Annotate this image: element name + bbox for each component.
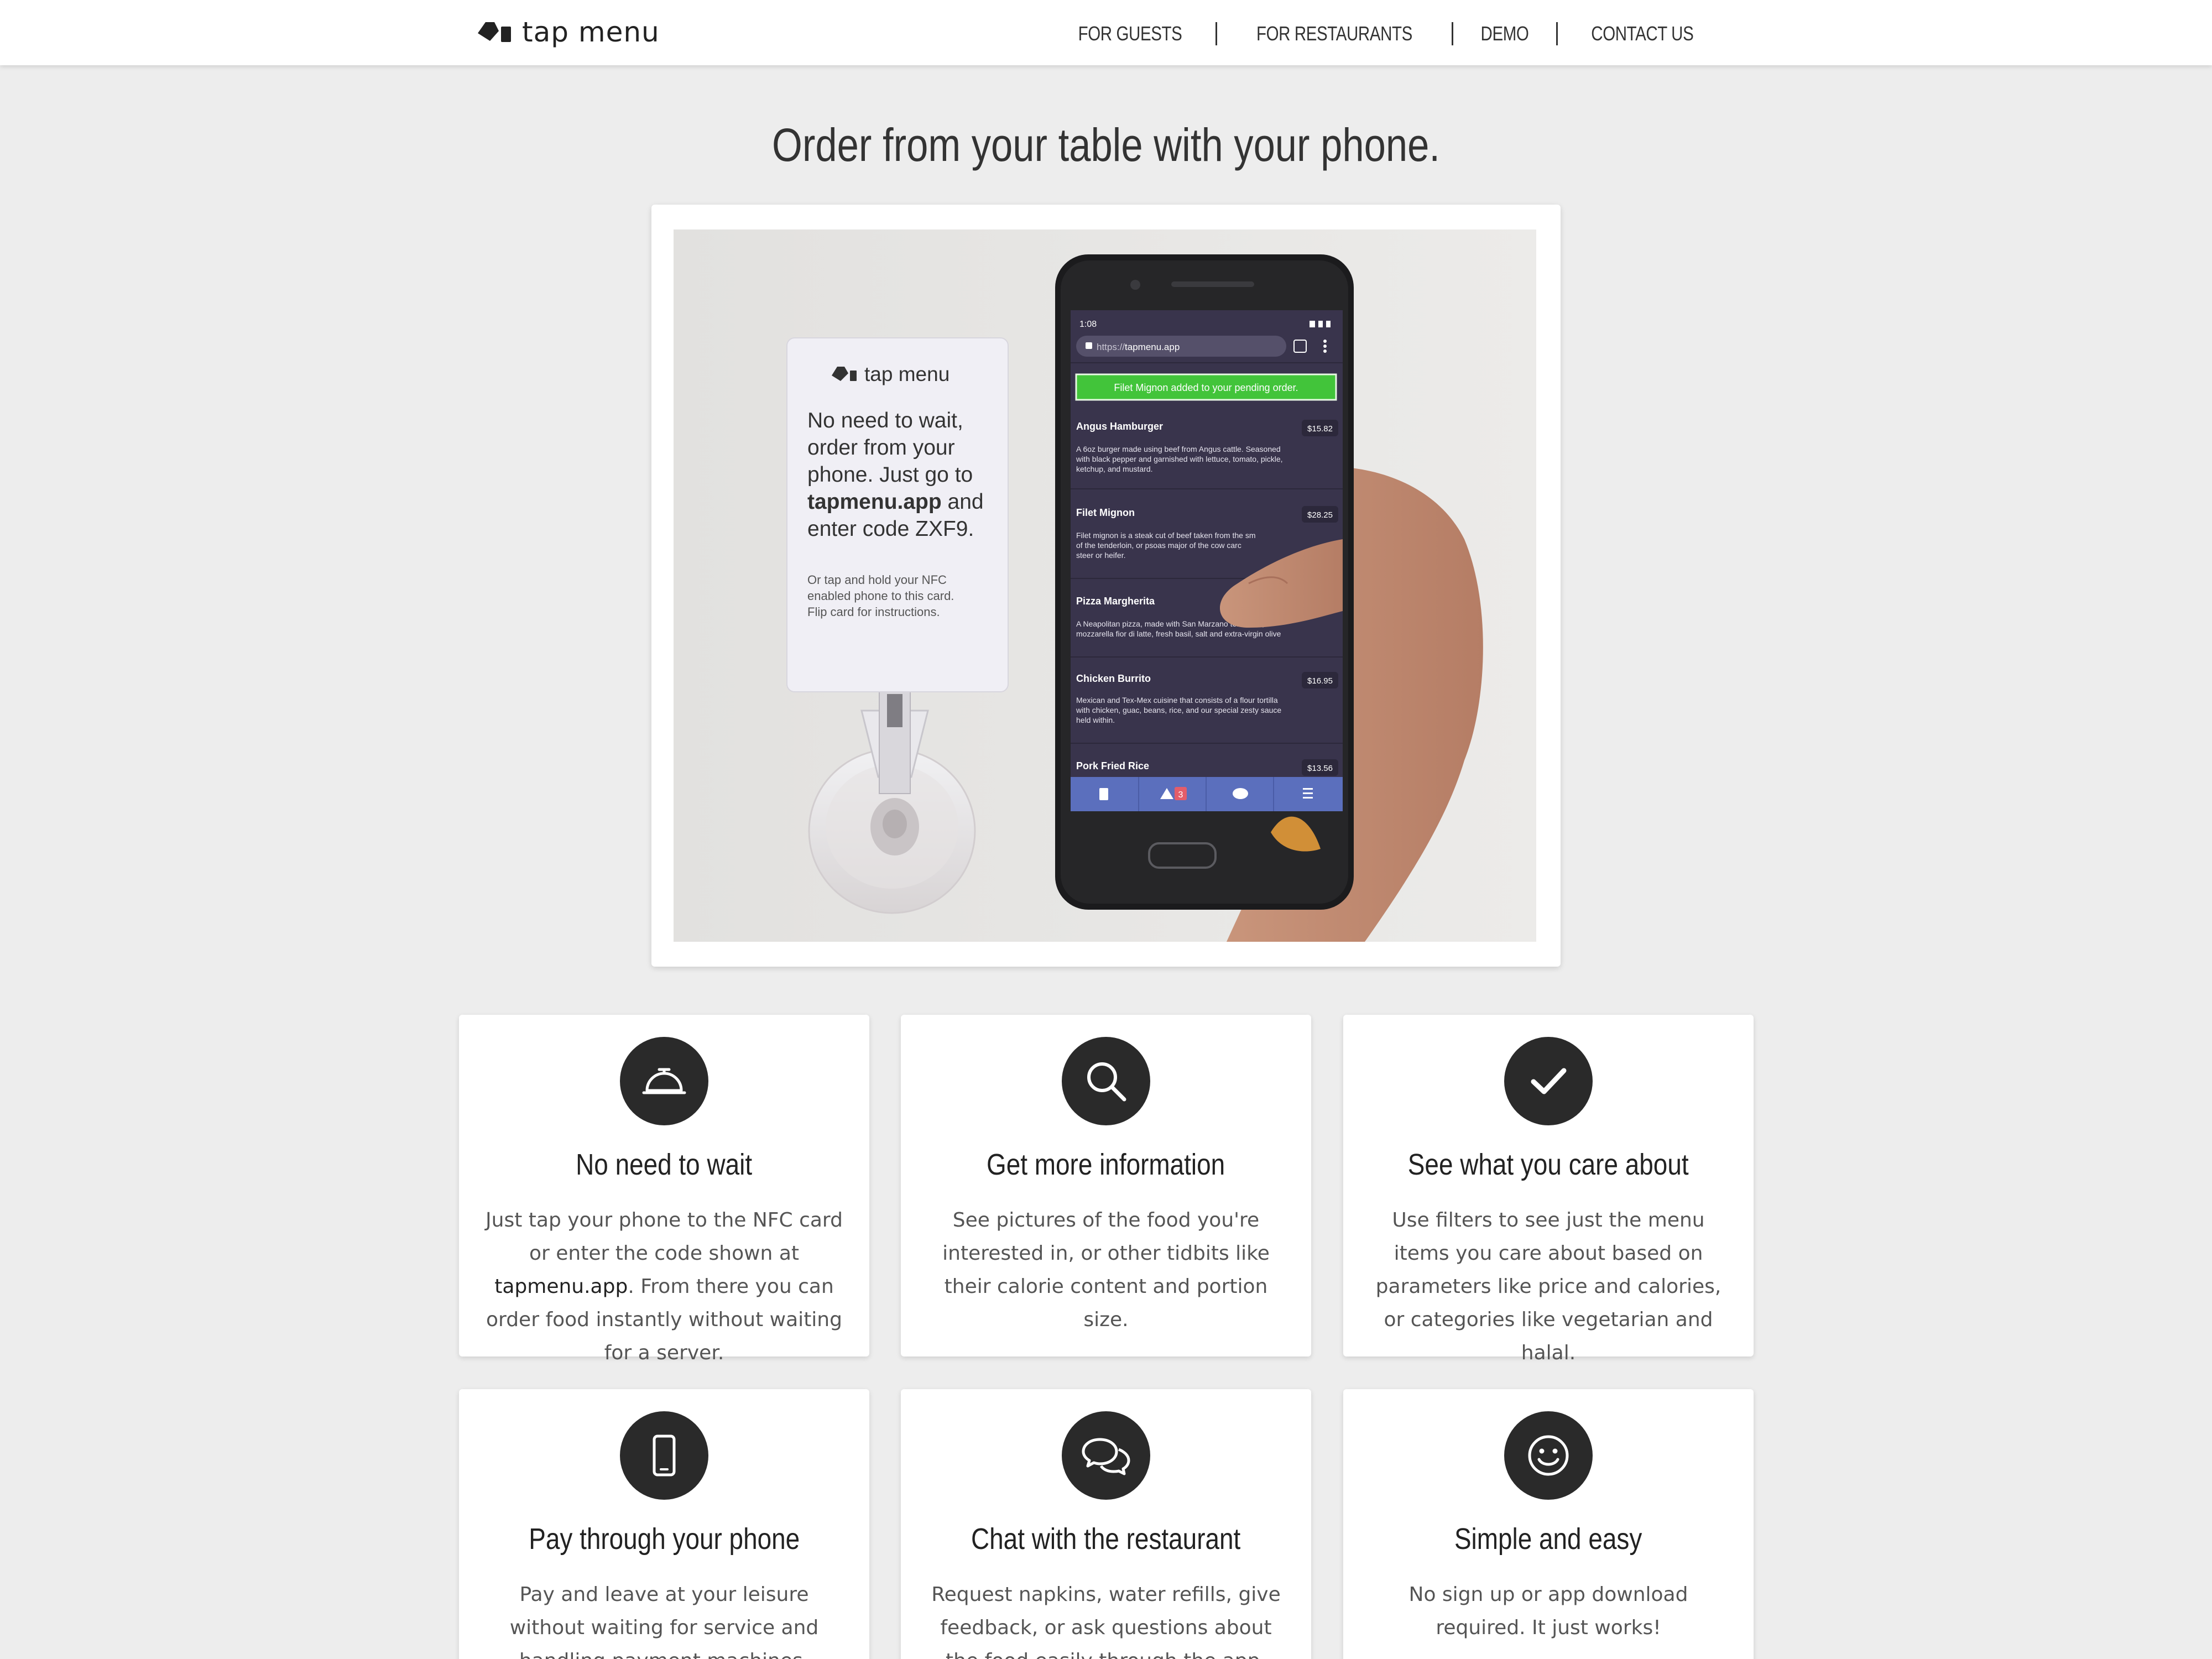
card-link: tapmenu.app xyxy=(807,490,942,514)
chat-tab-icon xyxy=(1233,788,1248,799)
svg-text:mozzarella fior di latte, fres: mozzarella fior di latte, fresh basil, s… xyxy=(1076,629,1281,638)
svg-text:Chicken Burrito: Chicken Burrito xyxy=(1076,673,1151,684)
order-toast: Filet Mignon added to your pending order… xyxy=(1114,382,1298,393)
nav-for-restaurants[interactable]: FOR RESTAURANTS xyxy=(1239,22,1431,45)
nav-divider xyxy=(1556,22,1558,45)
feature-card: No need to wait Just tap your phone to t… xyxy=(459,1015,869,1364)
svg-text:Pizza Margherita: Pizza Margherita xyxy=(1076,596,1155,607)
svg-text:Mexican and Tex-Mex cuisine th: Mexican and Tex-Mex cuisine that consist… xyxy=(1076,696,1278,705)
status-icons xyxy=(1310,321,1331,327)
card-line: phone. Just go to xyxy=(807,463,973,487)
svg-text:A 6oz burger made using beef f: A 6oz burger made using beef from Angus … xyxy=(1076,445,1281,453)
svg-text:of the tenderloin, or psoas ma: of the tenderloin, or psoas major of the… xyxy=(1076,541,1241,550)
card-brand: tap menu xyxy=(864,363,950,385)
feature-title: Pay through your phone xyxy=(529,1522,800,1556)
nav-demo[interactable]: DEMO xyxy=(1463,22,1547,45)
feature-description: Pay and leave at your leisure without wa… xyxy=(509,1583,819,1659)
svg-text:tapmenu.app and: tapmenu.app and xyxy=(807,490,984,514)
svg-text:held within.: held within. xyxy=(1076,716,1115,724)
feature-card: Simple and easy No sign up or app downlo… xyxy=(1343,1389,1754,1659)
mobile-phone-icon xyxy=(653,1434,676,1477)
phone-status-time: 1:08 xyxy=(1079,320,1097,329)
card-line: No need to wait, xyxy=(807,409,963,432)
svg-text:$15.82: $15.82 xyxy=(1307,424,1333,434)
card-line: enter code ZXF9. xyxy=(807,517,974,541)
feature-title: Chat with the restaurant xyxy=(971,1522,1241,1556)
card-small: Or tap and hold your NFC xyxy=(807,573,947,587)
order-count-badge: 3 xyxy=(1178,790,1183,800)
svg-text:$16.95: $16.95 xyxy=(1307,676,1333,686)
nav-for-guests[interactable]: FOR GUESTS xyxy=(1060,22,1200,45)
tapmenu-link: tapmenu.app xyxy=(494,1275,628,1298)
chat-bubbles-icon xyxy=(1082,1438,1130,1475)
lock-icon xyxy=(1086,342,1092,349)
feature-description: See pictures of the food you're interest… xyxy=(942,1209,1270,1331)
brand-name: tap menu xyxy=(522,16,660,48)
svg-text:https://tapmenu.app: https://tapmenu.app xyxy=(1097,342,1180,352)
url-host: tapmenu.app xyxy=(1125,342,1180,352)
svg-text:steer or heifer.: steer or heifer. xyxy=(1076,551,1126,560)
svg-text:$13.56: $13.56 xyxy=(1307,764,1333,773)
feature-description: No sign up or app download required. It … xyxy=(1408,1583,1688,1639)
demo-video-card: tap menu No need to wait, order from you… xyxy=(651,205,1561,967)
feature-card: Pay through your phone Pay and leave at … xyxy=(459,1389,869,1659)
hero-title: Order from your table with your phone. xyxy=(772,119,1440,171)
search-icon xyxy=(1087,1062,1126,1102)
svg-text:ketchup, and mustard.: ketchup, and mustard. xyxy=(1076,465,1153,473)
nav-menu: FOR GUESTS FOR RESTAURANTS DEMO CONTACT … xyxy=(1045,20,1727,48)
nav-divider xyxy=(1215,22,1218,45)
feature-card: See what you care about Use filters to s… xyxy=(1343,1015,1754,1364)
feature-title: Simple and easy xyxy=(1454,1522,1642,1556)
top-navbar: tap menu FOR GUESTS FOR RESTAURANTS DEMO… xyxy=(0,0,2212,65)
hamburger-icon xyxy=(1303,788,1313,799)
card-line: order from your xyxy=(807,436,955,460)
kebab-menu-icon xyxy=(1323,340,1327,353)
brand-logo-link[interactable]: tap menu xyxy=(476,16,660,48)
url-prefix: https:// xyxy=(1097,342,1125,352)
nav-divider xyxy=(1452,22,1454,45)
smiley-face-icon xyxy=(1528,1435,1569,1476)
feature-description: Use filters to see just the menu items y… xyxy=(1375,1209,1721,1364)
feature-title: Get more information xyxy=(987,1148,1225,1181)
service-bell-icon xyxy=(642,1068,686,1094)
card-small: Flip card for instructions. xyxy=(807,605,940,619)
feature-card: Get more information See pictures of the… xyxy=(901,1015,1311,1357)
svg-text:$28.25: $28.25 xyxy=(1307,510,1333,520)
menu-tab-icon xyxy=(1099,788,1108,800)
svg-text:Filet mignon is a steak cut of: Filet mignon is a steak cut of beef take… xyxy=(1076,531,1255,540)
svg-text:with chicken, guac, beans, ric: with chicken, guac, beans, rice, and our… xyxy=(1076,706,1281,714)
svg-text:Filet Mignon: Filet Mignon xyxy=(1076,507,1135,518)
feature-title: No need to wait xyxy=(576,1148,753,1181)
feature-card: Chat with the restaurant Request napkins… xyxy=(901,1389,1311,1659)
svg-text:Angus Hamburger: Angus Hamburger xyxy=(1076,421,1163,432)
card-line: and xyxy=(942,490,984,514)
tag-logo-icon xyxy=(478,22,511,42)
checkmark-icon xyxy=(1531,1068,1567,1094)
svg-text:Pork Fried Rice: Pork Fried Rice xyxy=(1076,760,1149,771)
feature-title: See what you care about xyxy=(1408,1148,1689,1181)
svg-text:with black pepper and garnishe: with black pepper and garnished with let… xyxy=(1076,455,1283,463)
demo-video[interactable]: tap menu No need to wait, order from you… xyxy=(674,229,1536,942)
nav-contact-us[interactable]: CONTACT US xyxy=(1573,22,1712,45)
feature-description: Just tap your phone to the NFC card or e… xyxy=(486,1209,843,1364)
feature-description: Request napkins, water refills, give fee… xyxy=(931,1583,1281,1659)
card-small: enabled phone to this card. xyxy=(807,589,954,603)
demo-video-frame: tap menu No need to wait, order from you… xyxy=(674,229,1536,942)
